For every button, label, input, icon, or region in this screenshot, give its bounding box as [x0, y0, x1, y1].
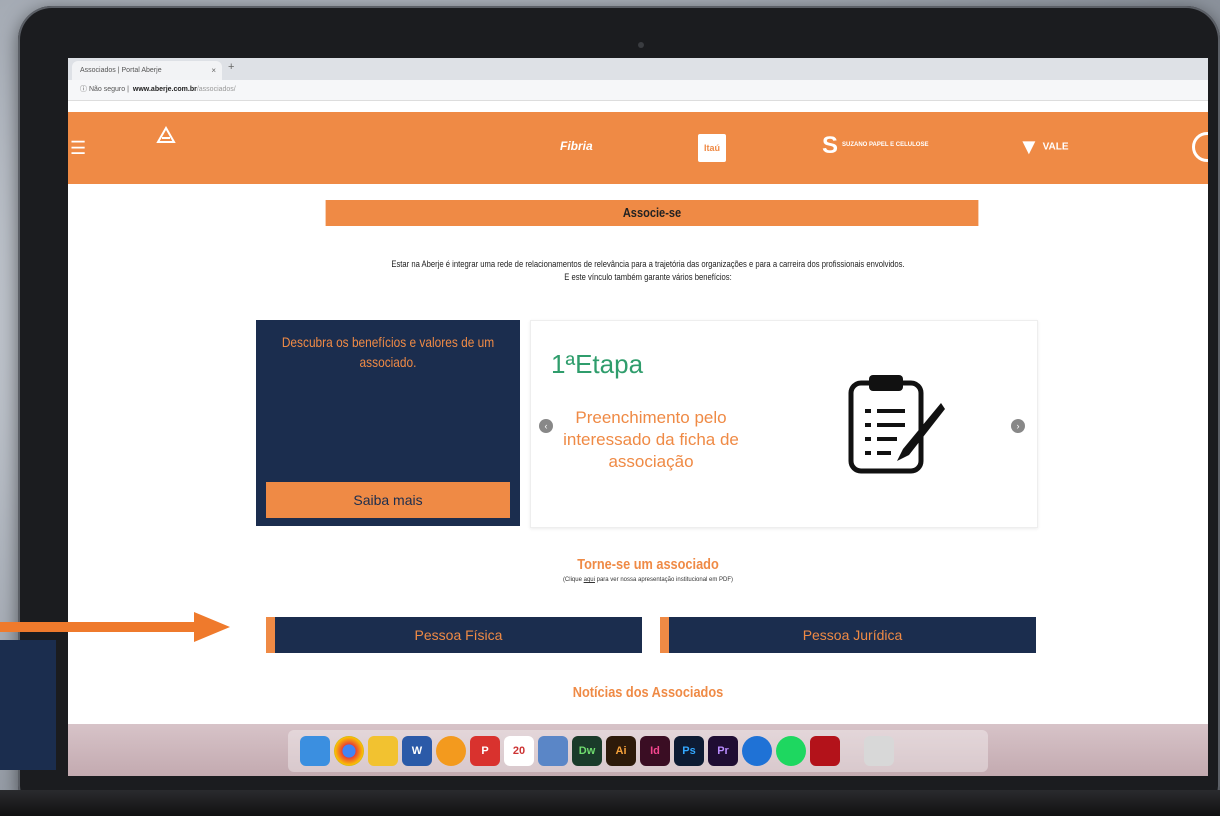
- trash-icon[interactable]: [864, 736, 894, 766]
- pdf-link[interactable]: aqui: [584, 577, 595, 583]
- intro-line-2: E este vínculo também garante vários ben…: [564, 272, 732, 282]
- photoshop-icon[interactable]: Ps: [674, 736, 704, 766]
- powerpoint-icon[interactable]: P: [470, 736, 500, 766]
- browser-tab[interactable]: Associados | Portal Aberje ×: [72, 61, 222, 80]
- step-title: 1ªEtapa: [551, 349, 644, 379]
- laptop-screen: Associados | Portal Aberje × + ⓘ Não seg…: [68, 58, 1208, 776]
- partner-logo-partial[interactable]: [1192, 132, 1208, 162]
- illustrator-icon[interactable]: Ai: [606, 736, 636, 766]
- url-path: /associados/: [196, 86, 236, 93]
- partner-logo-fibria[interactable]: Fibria: [560, 139, 593, 153]
- url-domain: www.aberje.com.br: [132, 86, 197, 93]
- browser-tab-title: Associados | Portal Aberje: [80, 67, 162, 74]
- partner-logo-vale[interactable]: ▼ VALE: [1018, 134, 1069, 160]
- pointer-arrow-icon: [0, 612, 230, 642]
- pessoa-juridica-button[interactable]: Pessoa Jurídica: [660, 617, 1036, 653]
- join-subtitle: (Clique aqui para ver nossa apresentação…: [398, 577, 898, 583]
- step-description: Preenchimento pelo interessado da ficha …: [563, 408, 739, 471]
- aberje-logo[interactable]: [156, 126, 176, 146]
- intro-text: Estar na Aberje é integrar uma rede de r…: [291, 258, 1005, 284]
- premiere-icon[interactable]: Pr: [708, 736, 738, 766]
- join-sub-prefix: (Clique: [562, 577, 584, 583]
- acrobat-icon[interactable]: [810, 736, 840, 766]
- browser-tab-bar: Associados | Portal Aberje × +: [68, 58, 1208, 80]
- dreamweaver-icon[interactable]: Dw: [572, 736, 602, 766]
- site-header: ☰ Fibria Itaú S SUZANO PAPEL E CELULOSE …: [68, 112, 1208, 184]
- news-title: Notícias dos Associados: [572, 684, 724, 701]
- join-sub-suffix: para ver nossa apresentação instituciona…: [594, 577, 734, 583]
- indesign-icon[interactable]: Id: [640, 736, 670, 766]
- clipboard-icon: [848, 375, 945, 474]
- pages-icon[interactable]: [436, 736, 466, 766]
- laptop-base: [0, 790, 1220, 816]
- spotify-icon[interactable]: [776, 736, 806, 766]
- suzano-mark: S: [822, 132, 839, 159]
- calendar-icon[interactable]: 20: [504, 736, 534, 766]
- vale-text: VALE: [1042, 141, 1069, 153]
- teamviewer-icon[interactable]: [742, 736, 772, 766]
- pessoa-fisica-button[interactable]: Pessoa Física: [266, 617, 642, 653]
- steps-carousel: ‹ 1ªEtapa Preenchimento pelo interessado…: [530, 320, 1038, 528]
- new-tab-button[interactable]: +: [228, 61, 234, 73]
- intro-line-1: Estar na Aberje é integrar uma rede de r…: [391, 259, 905, 269]
- promo-text: Descubra os benefícios e valores de um a…: [281, 334, 495, 370]
- page-title: Associe-se: [325, 200, 979, 226]
- carousel-next-icon[interactable]: ›: [1011, 419, 1025, 433]
- chrome-icon[interactable]: [334, 736, 364, 766]
- laptop-frame: Associados | Portal Aberje × + ⓘ Não seg…: [18, 6, 1220, 806]
- suzano-text: SUZANO PAPEL E CELULOSE: [842, 142, 929, 148]
- preview-icon[interactable]: [538, 736, 568, 766]
- address-text: ⓘ Não seguro | www.aberje.com.br/associad…: [80, 84, 236, 94]
- finder-icon[interactable]: [300, 736, 330, 766]
- join-title: Torne-se um associado: [577, 556, 719, 573]
- address-bar[interactable]: ⓘ Não seguro | www.aberje.com.br/associad…: [68, 80, 1208, 101]
- cyberduck-icon[interactable]: [368, 736, 398, 766]
- decorative-navy-tab: [0, 640, 56, 770]
- macos-dock: W P 20 Dw Ai Id Ps Pr: [68, 724, 1208, 776]
- security-indicator[interactable]: ⓘ Não seguro |: [80, 86, 129, 93]
- saiba-mais-button[interactable]: Saiba mais: [266, 482, 510, 518]
- tab-close-icon[interactable]: ×: [211, 61, 216, 80]
- partner-logo-suzano[interactable]: S SUZANO PAPEL E CELULOSE: [822, 132, 928, 160]
- camera-dot: [638, 42, 644, 48]
- menu-icon[interactable]: ☰: [70, 139, 86, 157]
- benefits-promo-box: Descubra os benefícios e valores de um a…: [256, 320, 520, 526]
- partner-logo-itau[interactable]: Itaú: [698, 134, 726, 162]
- word-icon[interactable]: W: [402, 736, 432, 766]
- vale-mark-icon: ▼: [1018, 134, 1040, 159]
